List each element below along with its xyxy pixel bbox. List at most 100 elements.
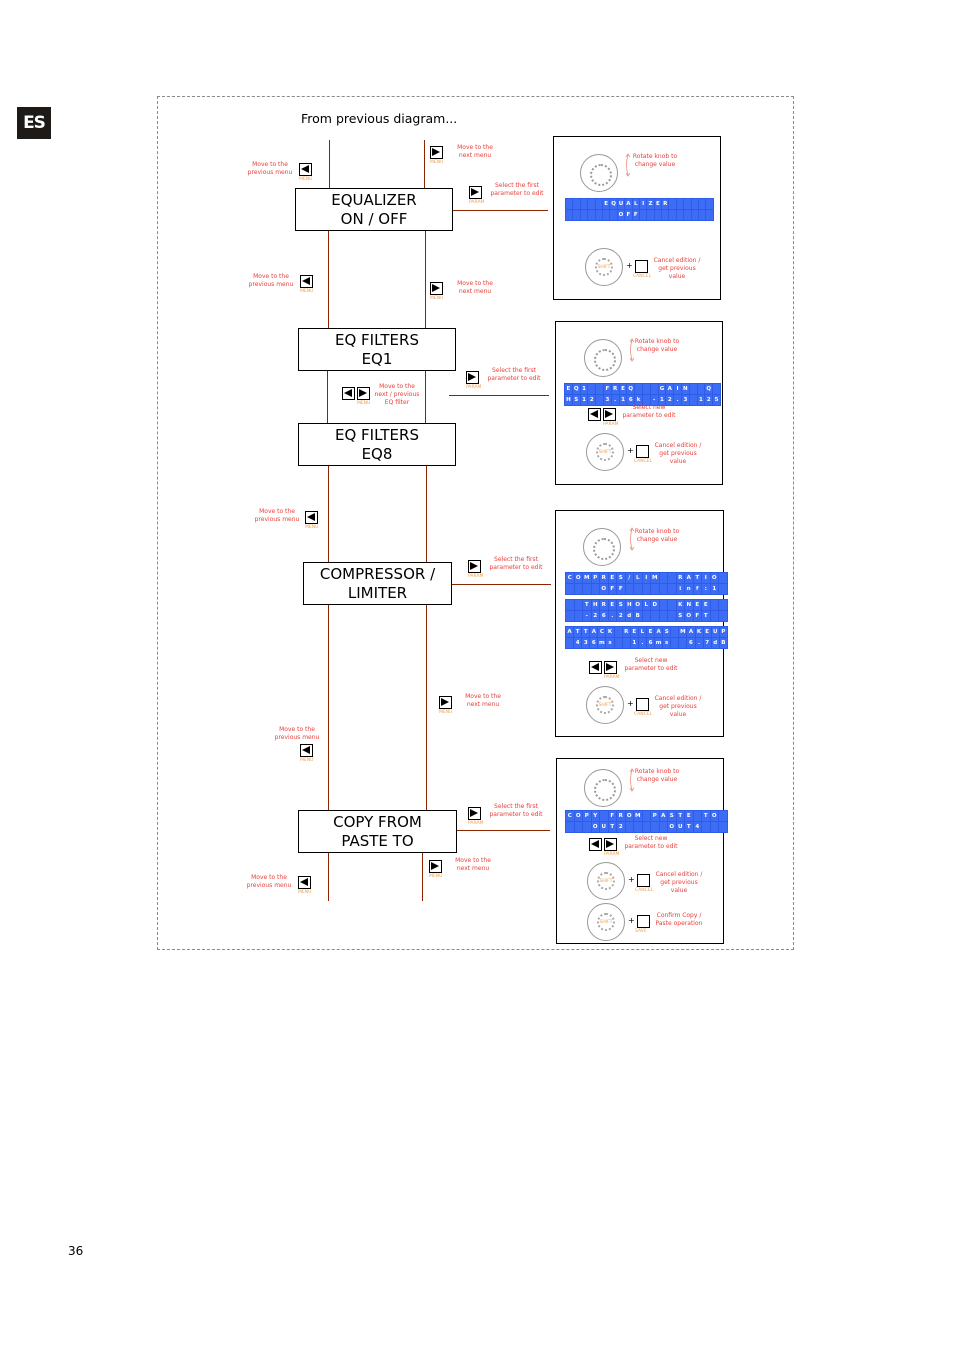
left-arrow-icon [306,512,317,522]
left-key[interactable] [342,387,355,400]
cancel-button[interactable] [636,445,649,458]
lcd-cell [642,811,650,821]
cancel-button[interactable] [636,698,649,711]
lcd-cell [684,210,691,220]
note-select-new: Select new parameter to edit [624,657,678,672]
left-key[interactable] [300,744,313,757]
save-button[interactable] [637,915,650,928]
menu-eq-filters-eq1: EQ FILTERS EQ1 [298,328,456,371]
lcd-cell: s [606,638,614,648]
shift-knob[interactable]: SHIFT [586,686,624,724]
shift-knob[interactable]: SHIFT [585,248,623,286]
lcd-cell [706,199,713,209]
lcd-cell: C [566,811,574,821]
note-first-param: Select the first parameter to edit [489,803,543,818]
lcd-cell: 2 [617,822,625,832]
lcd-cell [583,822,591,832]
rotary-knob[interactable] [583,528,621,566]
lcd-cell: E [646,627,655,637]
lcd-cell: M [583,573,591,583]
lcd-cell [659,600,667,610]
key-label: CANCEL [635,888,654,893]
lcd-cell: E [702,600,710,610]
note-confirm: Confirm Copy / Paste operation [655,912,703,927]
right-key[interactable] [603,408,616,421]
lcd-cell: S [663,627,671,637]
lcd-cell [651,584,659,594]
note-prev-menu: Move to the previous menu [254,508,300,523]
lcd-cell: T [676,811,684,821]
cancel-button[interactable] [635,260,648,273]
right-key[interactable] [468,560,481,573]
lcd-cell [659,611,667,621]
left-key[interactable] [589,838,602,851]
lcd-cell: . [608,611,616,621]
rotary-knob[interactable] [584,769,622,807]
left-key[interactable] [299,163,312,176]
lcd-cell: I [702,573,710,583]
right-arrow-icon [605,662,616,672]
lcd-cell: : [702,584,710,594]
rotary-knob[interactable] [580,154,618,192]
menu-line1: COPY FROM [333,812,422,831]
lcd-cell: A [685,573,693,583]
lcd-cell [659,584,667,594]
lcd-cell [596,384,603,394]
menu-line2: EQ1 [361,349,393,368]
key-label: MENU [298,890,312,895]
note-first-param: Select the first parameter to edit [487,367,541,382]
lcd-cell: U [711,627,719,637]
right-key[interactable] [430,146,443,159]
lcd-cell [635,384,642,394]
lcd-cell: 6 [687,638,695,648]
lcd-cell [697,384,705,394]
lcd-cell [625,822,633,832]
note-cancel: Cancel edition / get previous value [654,695,702,718]
left-key[interactable] [300,275,313,288]
lcd-cell: F [608,811,616,821]
shift-knob[interactable]: SHIFT [586,433,624,471]
lcd-cell: M [679,627,687,637]
lcd-cell [719,573,727,583]
right-key[interactable] [466,371,479,384]
lcd-cell: P [583,811,591,821]
left-key[interactable] [588,408,601,421]
lcd-cell: I [639,199,647,209]
lcd-cell [699,199,706,209]
shift-knob[interactable]: SHIFT [587,862,625,900]
lcd-cell: d [711,638,719,648]
right-key[interactable] [469,186,482,199]
left-key[interactable] [589,661,602,674]
lcd-cell: O [591,822,599,832]
menu-line2: PASTE TO [341,831,414,850]
right-key[interactable] [429,860,442,873]
shift-knob[interactable]: SHIFT [587,903,625,941]
right-arrow-icon [440,697,451,707]
note-next-prev-eq: Move to the next / previous EQ filter [374,383,420,406]
flow-line [328,853,329,901]
right-key[interactable] [604,838,617,851]
right-key[interactable] [468,807,481,820]
key-label: MENU [300,289,314,294]
lcd-cell: O [574,573,582,583]
lcd-cell [634,822,642,832]
lcd-cell: O [617,210,625,220]
lcd-cell: F [625,210,632,220]
key-label: PARAM [469,200,485,205]
right-key[interactable] [430,282,443,295]
lcd-cell [642,584,650,594]
cancel-button[interactable] [637,874,650,887]
rotary-knob[interactable] [584,339,622,377]
right-key[interactable] [357,387,370,400]
lcd-cell [642,822,650,832]
right-key[interactable] [604,661,617,674]
lcd-cell: 2 [591,611,599,621]
lcd-cell: . [695,638,703,648]
left-key[interactable] [305,511,318,524]
right-key[interactable] [439,696,452,709]
note-prev-menu: Move to the previous menu [274,726,320,741]
lcd-cell [710,600,718,610]
lcd-cell: 7 [703,638,711,648]
left-key[interactable] [298,876,311,889]
lcd-cell: B [634,611,642,621]
